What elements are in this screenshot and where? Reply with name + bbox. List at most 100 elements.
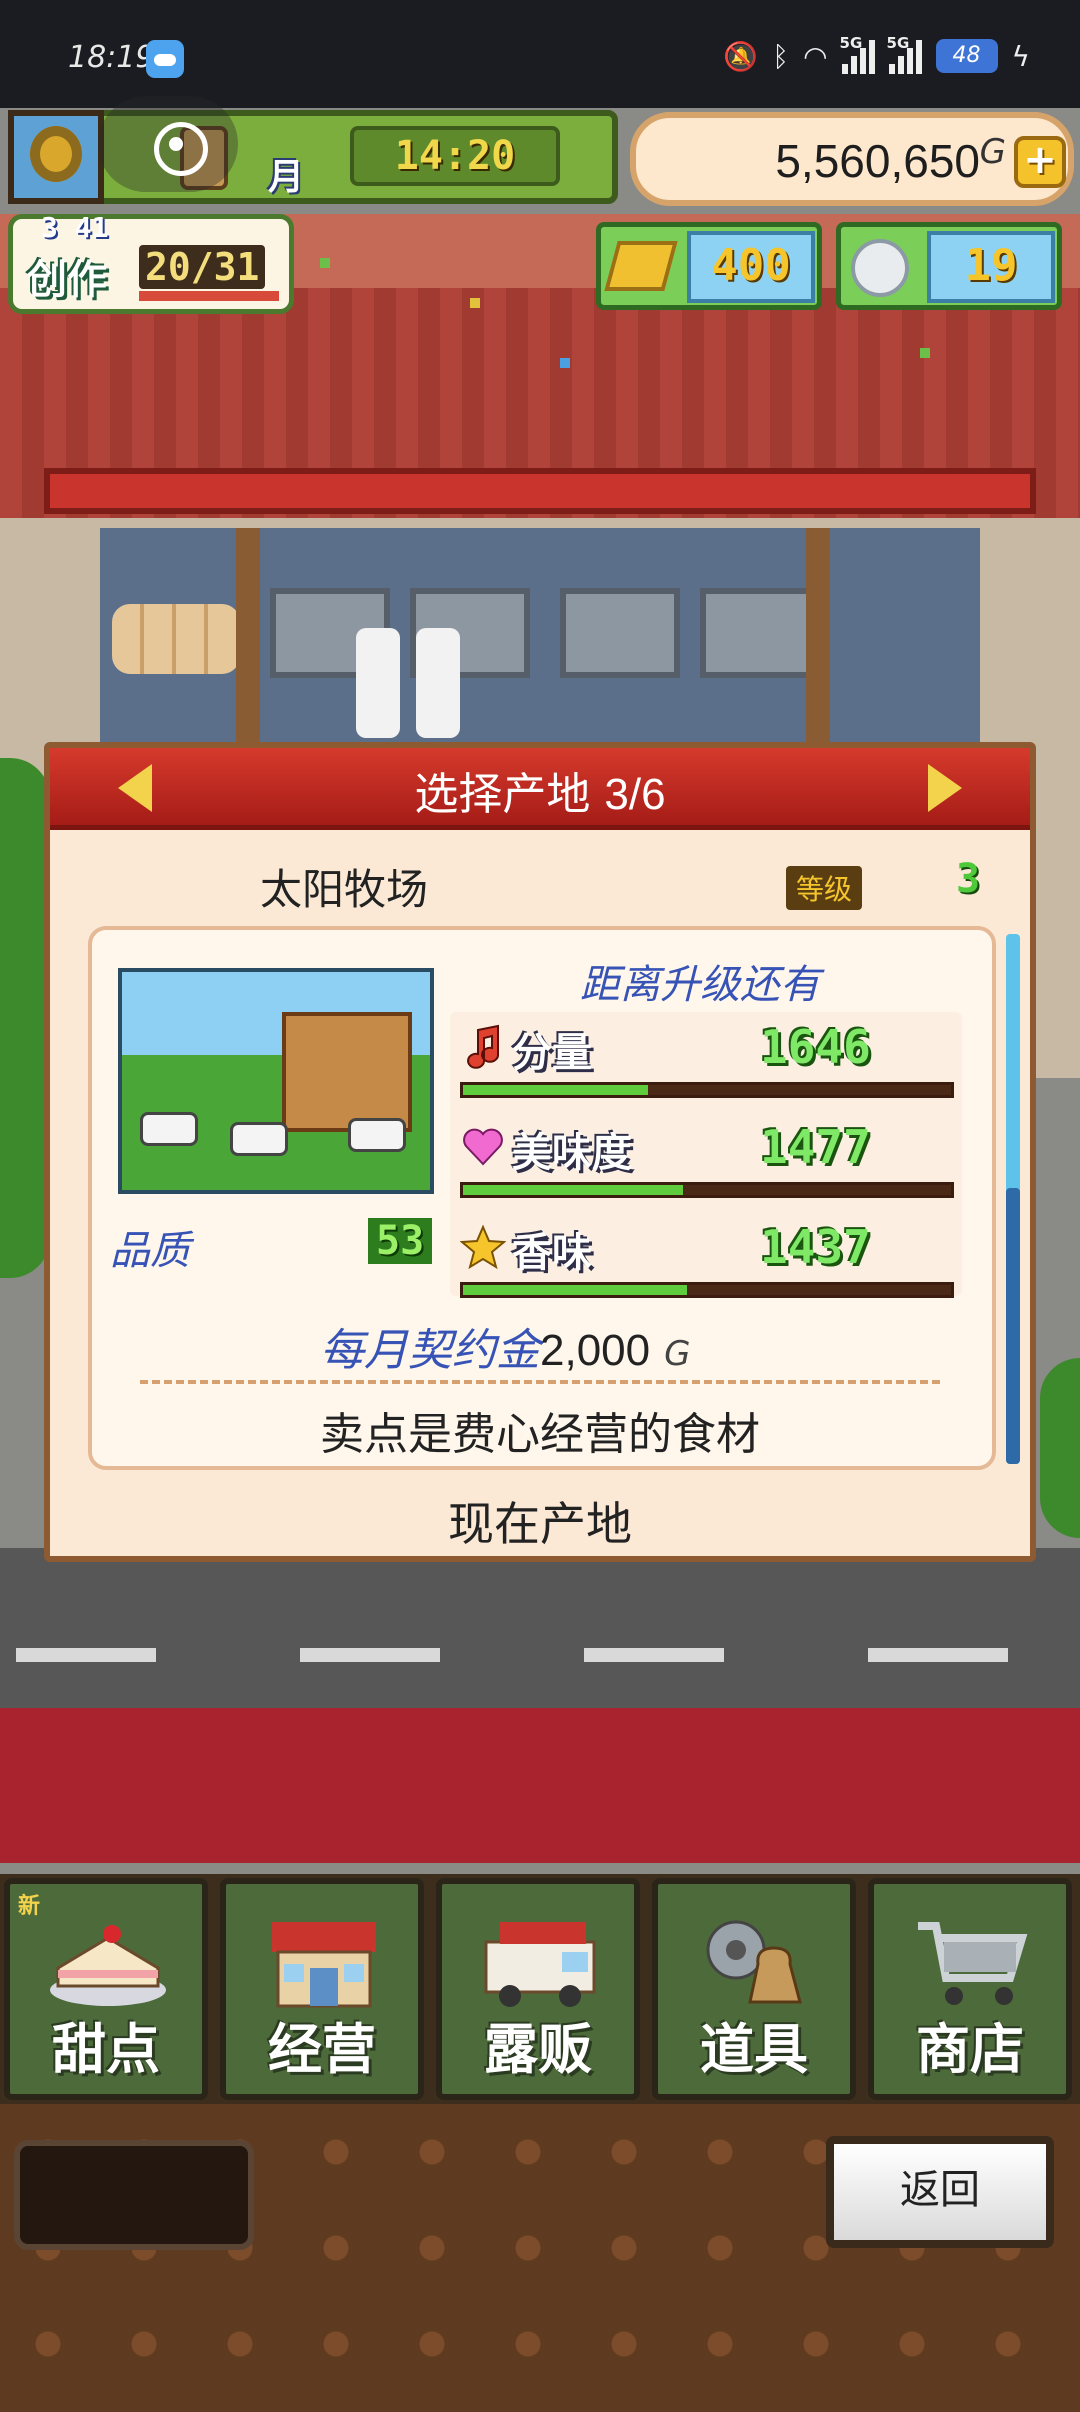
menu-label: 甜点 (52, 2018, 160, 2081)
heart-icon (460, 1124, 506, 1170)
tree (1040, 1358, 1080, 1538)
money-panel: 5,560,650 G + (630, 112, 1074, 206)
fee-label: 每月契约金 (320, 1325, 540, 1376)
back-button[interactable]: 返回 (826, 2136, 1054, 2248)
chef-character (356, 628, 400, 738)
item-bag-icon (694, 1908, 818, 2018)
cake-icon (46, 1908, 170, 2018)
gold-bar-count: 400 (687, 231, 815, 303)
stat-name: 分量 (512, 1030, 592, 1076)
create-rank: 3 41 (41, 211, 109, 244)
stat-row: 美味度 1477 (450, 1118, 962, 1214)
money-value: 5,560,650 (775, 135, 980, 187)
prev-arrow-icon[interactable] (118, 764, 152, 812)
lane-marking (16, 1648, 156, 1662)
divider (140, 1380, 940, 1384)
stat-progress-bar (460, 1282, 954, 1298)
menu-manage-button[interactable]: 经营 (220, 1878, 424, 2100)
menu-label: 商店 (916, 2018, 1024, 2081)
status-time: 18:19 (68, 40, 155, 75)
farm-image (118, 968, 434, 1194)
dialog-title-text: 选择产地 (414, 769, 591, 820)
charging-icon: ϟ (1011, 39, 1030, 73)
cow (140, 1112, 198, 1146)
medal-count: 19 (927, 231, 1055, 303)
oven (700, 588, 820, 678)
menu-dessert-button[interactable]: 新 甜点 (4, 1878, 208, 2100)
chef-character (416, 628, 460, 738)
medal-counter[interactable]: 19 (836, 222, 1062, 310)
stat-name: 美味度 (512, 1130, 632, 1176)
stat-progress-fill (463, 1085, 649, 1095)
stat-row: 香味 1437 (450, 1218, 962, 1314)
confetti (920, 348, 930, 358)
confetti (560, 358, 570, 368)
monthly-fee: 每月契约金2,000 G (320, 1314, 690, 1378)
bluetooth-icon: ᛒ (772, 39, 790, 73)
game-clock: 14:20 (350, 126, 560, 186)
create-label: 创作 (27, 257, 107, 303)
status-icons: 🔕 ᛒ ◠ 5G 5G 48 ϟ (723, 34, 1030, 78)
weather-icon (146, 40, 184, 78)
signal-icon: 5G (840, 34, 875, 74)
shop-icon (262, 1908, 386, 2018)
star-icon (459, 1224, 507, 1270)
menu-label: 道具 (700, 2018, 808, 2081)
farm-description: 卖点是费心经营的食材 (320, 1409, 760, 1460)
music-note-icon (460, 1024, 506, 1070)
red-carpet (0, 1708, 1080, 1863)
network-type-label: 5G (886, 34, 910, 52)
next-arrow-icon[interactable] (928, 764, 962, 812)
level-value: 3 (956, 856, 981, 902)
battery-icon: 48 (935, 39, 998, 73)
quality-label: 品质 (110, 1228, 190, 1274)
quality-value: 53 (368, 1218, 433, 1264)
create-count: 20/31 (139, 245, 266, 289)
menu-stall-button[interactable]: 露贩 (436, 1878, 640, 2100)
oven (560, 588, 680, 678)
player-avatar[interactable] (8, 110, 104, 204)
menu-items-button[interactable]: 道具 (652, 1878, 856, 2100)
floating-assist-icon[interactable] (98, 96, 238, 192)
lane-marking (868, 1648, 1008, 1662)
stat-value: 1646 (760, 1020, 871, 1074)
menu-label: 露贩 (484, 2018, 592, 2081)
menu-label: 经营 (268, 2018, 376, 2081)
shopping-cart-icon (910, 1908, 1034, 2018)
create-panel[interactable]: 3 41 创作 20/31 (8, 211, 294, 314)
stat-value: 1437 (760, 1220, 871, 1274)
cow (230, 1122, 288, 1156)
gold-bar-counter[interactable]: 400 (596, 222, 822, 310)
medal-icon (851, 239, 909, 297)
wifi-icon: ◠ (803, 39, 828, 73)
tree (0, 758, 50, 1278)
lane-marking (584, 1648, 724, 1662)
food-truck-icon (478, 1908, 602, 2018)
confetti (320, 258, 330, 268)
stat-progress-fill (463, 1185, 683, 1195)
add-money-button[interactable]: + (1014, 136, 1066, 188)
dialog-page: 3/6 (604, 770, 666, 819)
stat-value: 1477 (760, 1120, 871, 1174)
money-unit: G (979, 132, 1006, 172)
network-type-label: 5G (839, 34, 863, 52)
fee-value: 2,000 (540, 1326, 651, 1375)
stat-progress-bar (460, 1082, 954, 1098)
stat-progress-fill (463, 1285, 688, 1295)
menu-shop-button[interactable]: 商店 (868, 1878, 1072, 2100)
confetti (470, 298, 480, 308)
footer-slot (14, 2140, 254, 2250)
new-badge: 新 (18, 1894, 41, 1919)
road (0, 1548, 1080, 1708)
shop-awning (44, 468, 1036, 514)
fee-unit: G (664, 1334, 691, 1374)
lane-marking (300, 1648, 440, 1662)
upgrade-remaining-label: 距离升级还有 (580, 962, 820, 1008)
stat-name: 香味 (512, 1230, 592, 1276)
status-bar: 18:19 🔕 ᛒ ◠ 5G 5G 48 ϟ (0, 0, 1080, 108)
dialog-title: 选择产地 3/6 (50, 758, 1030, 822)
stat-row: 分量 1646 (450, 1018, 962, 1114)
current-origin-button[interactable]: 现在产地 (50, 1488, 1030, 1554)
mute-icon: 🔕 (723, 39, 759, 73)
signal-icon: 5G (887, 34, 922, 74)
